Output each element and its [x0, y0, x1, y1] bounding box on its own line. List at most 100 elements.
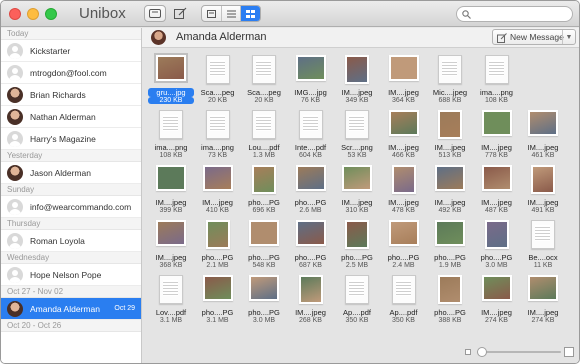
zoom-window-button[interactable]: [45, 8, 57, 20]
attachment-tile[interactable]: IM....jpeg 399 KB: [148, 163, 194, 217]
attachment-tile[interactable]: pho....PG 1.9 MB: [427, 218, 473, 272]
attachment-size: 388 KB: [438, 317, 462, 324]
contact-row[interactable]: Harry's Magazine: [1, 128, 141, 150]
compose-button[interactable]: [171, 5, 189, 22]
attachment-tile[interactable]: gru....jpg 230 KB: [148, 53, 194, 107]
attachment-filename: Be....ocx: [528, 253, 558, 262]
attachment-tile[interactable]: Mic....jpeg 688 KB: [427, 53, 473, 107]
contact-name: info@wearcommando.com: [30, 201, 132, 212]
attachment-tile[interactable]: Lov....pdf 3.1 MB: [148, 273, 194, 327]
attachment-tile[interactable]: IM....jpeg 492 KB: [427, 163, 473, 217]
app-title: Unibox: [79, 5, 126, 22]
attachment-tile[interactable]: IM....jpeg 778 KB: [474, 108, 520, 162]
contact-row[interactable]: Jason Alderman: [1, 162, 141, 184]
attachment-tile[interactable]: Sca....peg 20 KB: [195, 53, 241, 107]
attachment-size: 778 KB: [485, 152, 508, 159]
slider-knob[interactable]: [477, 347, 487, 357]
message-view-button[interactable]: [202, 6, 222, 21]
contact-row[interactable]: mtrogdon@fool.com: [1, 62, 141, 84]
attachment-tile[interactable]: IM....jpeg 310 KB: [334, 163, 380, 217]
search-field[interactable]: [456, 6, 573, 22]
avatar: [7, 232, 23, 249]
conversation-title: Amanda Alderman: [176, 31, 267, 43]
photo-thumbnail: [484, 220, 509, 249]
attachment-tile[interactable]: Sca....peg 20 KB: [241, 53, 287, 107]
attachment-filename: Lov....pdf: [155, 308, 187, 317]
attachment-tile[interactable]: Be....ocx 11 KB: [520, 218, 566, 272]
photo-thumbnail: [249, 275, 279, 301]
attachment-tile[interactable]: ima....png 73 KB: [195, 108, 241, 162]
attachment-tile[interactable]: pho....PG 388 KB: [427, 273, 473, 327]
document-thumbnail: [252, 55, 276, 84]
contact-row[interactable]: Kickstarter: [1, 40, 141, 62]
contact-row[interactable]: Amanda Alderman Oct 29: [1, 298, 141, 320]
attachment-tile[interactable]: IM....jpeg 461 KB: [520, 108, 566, 162]
avatar: [7, 198, 23, 215]
attachment-tile[interactable]: pho....PG 3.0 MB: [474, 218, 520, 272]
attachment-tile[interactable]: pho....PG 2.5 MB: [334, 218, 380, 272]
attachment-size: 1.3 MB: [252, 152, 276, 159]
attachment-tile[interactable]: IM....jpeg 349 KB: [334, 53, 380, 107]
attachment-tile[interactable]: pho....PG 687 KB: [288, 218, 334, 272]
attachment-tile[interactable]: IM....jpeg 410 KB: [195, 163, 241, 217]
attachment-tile[interactable]: Scr....png 53 KB: [334, 108, 380, 162]
attachment-tile[interactable]: IM....jpeg 513 KB: [427, 108, 473, 162]
photo-thumbnail: [345, 220, 369, 249]
attachment-tile[interactable]: pho....PG 3.0 MB: [241, 273, 287, 327]
close-window-button[interactable]: [9, 8, 21, 20]
attachment-tile[interactable]: IM....jpeg 364 KB: [381, 53, 427, 107]
contact-name: Kickstarter: [30, 45, 71, 56]
attachment-tile[interactable]: IM....jpeg 368 KB: [148, 218, 194, 272]
attachment-filename: IM....jpeg: [481, 308, 512, 317]
attachment-tile[interactable]: IM....jpeg 478 KB: [381, 163, 427, 217]
attachment-tile[interactable]: pho....PG 3.1 MB: [195, 273, 241, 327]
attachment-tile[interactable]: Ap....pdf 350 KB: [334, 273, 380, 327]
attachment-tile[interactable]: IM....jpeg 491 KB: [520, 163, 566, 217]
contact-row[interactable]: info@wearcommando.com: [1, 196, 141, 218]
attachment-filename: IM....jpeg: [341, 198, 373, 207]
attachment-tile[interactable]: pho....PG 2.4 MB: [381, 218, 427, 272]
attachment-tile[interactable]: Inte....pdf 604 KB: [288, 108, 334, 162]
attachment-tile[interactable]: ima....png 108 KB: [148, 108, 194, 162]
attachment-tile[interactable]: pho....PG 548 KB: [241, 218, 287, 272]
attachment-tile[interactable]: IM....jpeg 268 KB: [288, 273, 334, 327]
list-view-button[interactable]: [222, 6, 242, 21]
new-message-button[interactable]: New Message ▼: [492, 29, 576, 45]
attachment-size: 53 KB: [347, 152, 367, 159]
attachment-tile[interactable]: IM....jpeg 274 KB: [474, 273, 520, 327]
contact-row[interactable]: Hope Nelson Pope: [1, 264, 141, 286]
photo-thumbnail: [531, 165, 555, 194]
attachment-filename: IM....jpeg: [388, 88, 419, 97]
photo-thumbnail: [391, 165, 416, 194]
contact-row[interactable]: Roman Loyola: [1, 230, 141, 252]
attachment-tile[interactable]: IM....jpeg 466 KB: [381, 108, 427, 162]
avatar: [7, 164, 23, 181]
attachment-tile[interactable]: IM....jpeg 274 KB: [520, 273, 566, 327]
attachment-tile[interactable]: ima....png 108 KB: [474, 53, 520, 107]
attachment-tile[interactable]: pho....PG 696 KB: [241, 163, 287, 217]
search-input[interactable]: [473, 8, 569, 20]
attachment-tile[interactable]: IM....jpeg 487 KB: [474, 163, 520, 217]
contact-name: Hope Nelson Pope: [30, 269, 102, 280]
attachment-tile[interactable]: Lou....pdf 1.3 MB: [241, 108, 287, 162]
attachment-tile[interactable]: Ap....pdf 350 KB: [381, 273, 427, 327]
contact-row[interactable]: Nathan Alderman: [1, 106, 141, 128]
title-bar: Unibox: [1, 1, 579, 27]
attachments-view-button[interactable]: [241, 6, 260, 21]
section-header: Wednesday: [1, 252, 141, 264]
photo-thumbnail: [435, 165, 465, 191]
archive-button[interactable]: [144, 5, 166, 22]
attachment-filename: ima....png: [201, 143, 234, 152]
contact-row[interactable]: Brian Richards: [1, 84, 141, 106]
chevron-down-icon[interactable]: ▼: [562, 30, 575, 44]
document-thumbnail: [205, 110, 230, 139]
attachment-tile[interactable]: pho....PG 2.1 MB: [195, 218, 241, 272]
attachment-size: 3.1 MB: [159, 317, 183, 324]
attachment-filename: ima....png: [154, 143, 188, 152]
minimize-window-button[interactable]: [27, 8, 39, 20]
photo-thumbnail: [156, 165, 186, 191]
attachment-tile[interactable]: IMG....jpg 76 KB: [288, 53, 334, 107]
attachment-tile[interactable]: pho....PG 2.6 MB: [288, 163, 334, 217]
archive-icon: [149, 9, 161, 18]
thumbnail-size-slider[interactable]: [463, 346, 575, 358]
